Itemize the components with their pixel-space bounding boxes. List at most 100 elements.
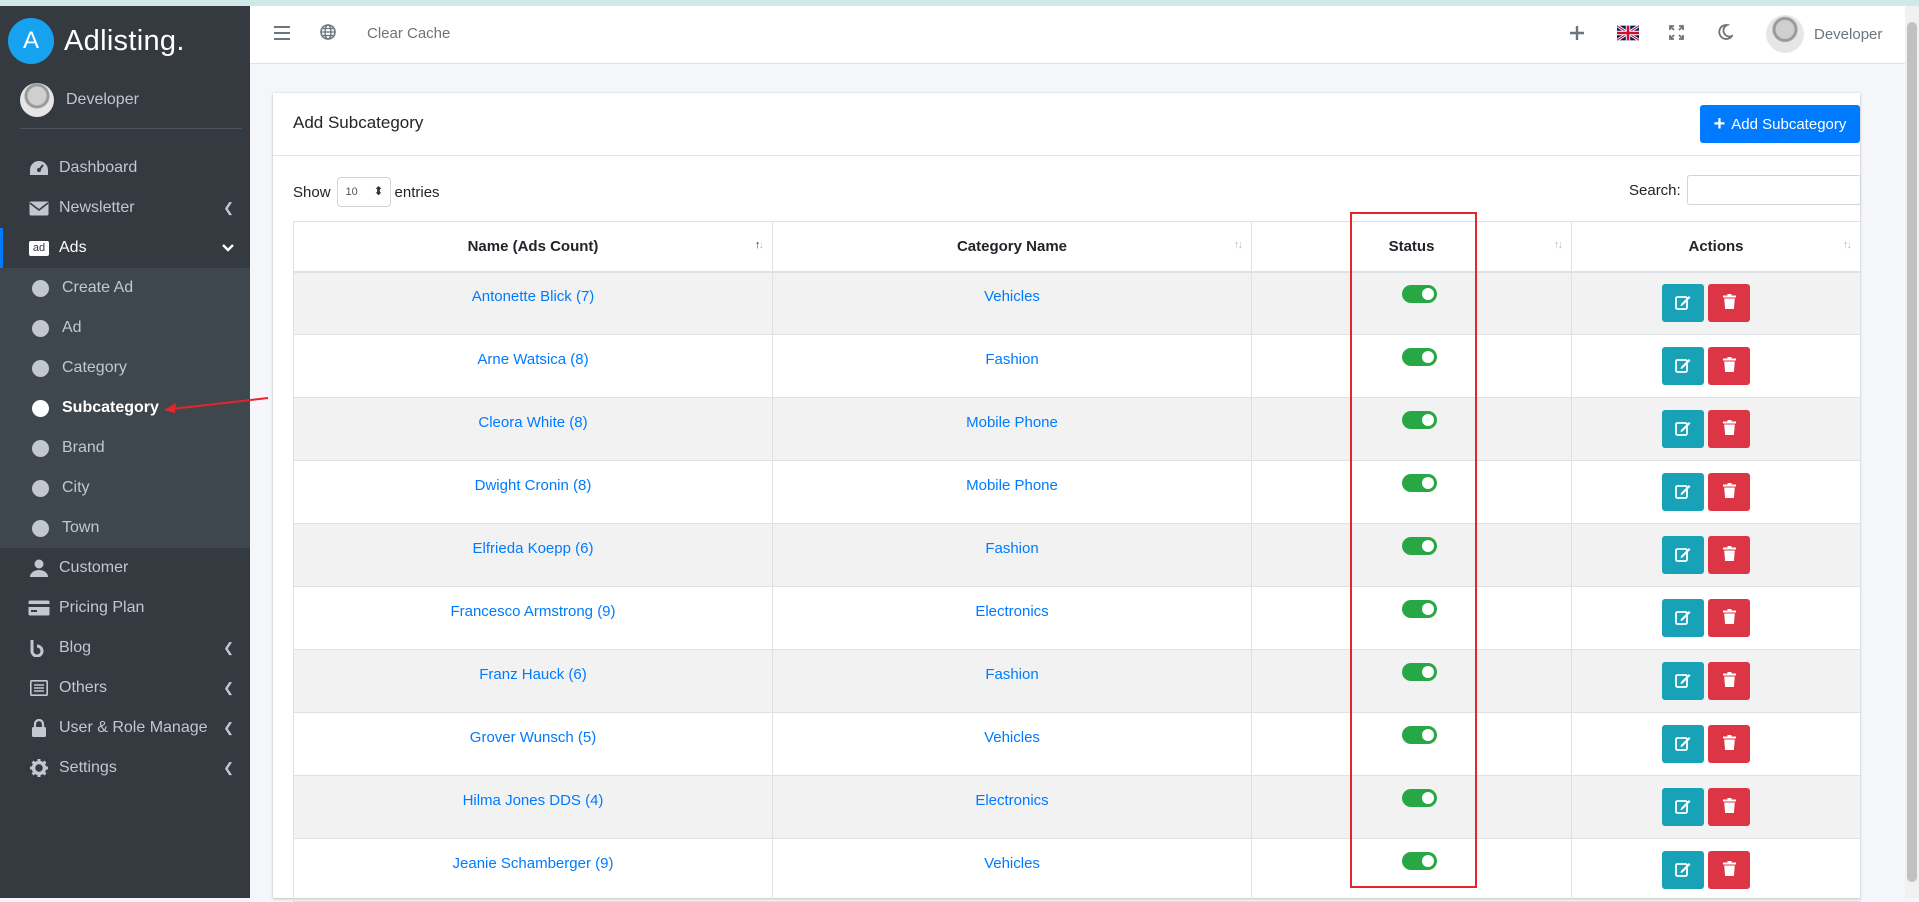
clear-cache-link[interactable]: Clear Cache [367, 25, 450, 42]
edit-button[interactable] [1662, 599, 1704, 637]
sidebar-item-brand[interactable]: Brand [0, 428, 250, 468]
uk-flag-icon[interactable] [1617, 25, 1639, 41]
subcategory-name-link[interactable]: Jeanie Schamberger (9) [453, 855, 614, 872]
page-size-select[interactable]: 10 [336, 177, 391, 207]
category-name-link[interactable]: Fashion [985, 666, 1038, 683]
delete-button[interactable] [1708, 284, 1750, 323]
sidebar-item-ads[interactable]: ad Ads [0, 228, 250, 268]
subcategory-name-link[interactable]: Hilma Jones DDS (4) [463, 792, 604, 809]
sidebar-item-pricing-plan[interactable]: Pricing Plan [0, 588, 250, 628]
status-toggle[interactable] [1402, 285, 1437, 304]
cell-actions [1571, 649, 1861, 713]
sidebar-item-town[interactable]: Town [0, 508, 250, 548]
row-actions [1662, 410, 1750, 448]
status-toggle[interactable] [1402, 474, 1437, 492]
sidebar-item-create-ad[interactable]: Create Ad [0, 268, 250, 308]
sidebar-item-label: City [62, 479, 90, 496]
delete-button[interactable] [1708, 410, 1750, 448]
brand[interactable]: A Adlisting. [8, 16, 185, 66]
delete-button[interactable] [1708, 725, 1750, 763]
status-toggle[interactable] [1402, 726, 1437, 744]
category-name-link[interactable]: Electronics [975, 792, 1048, 809]
dark-mode-moon-icon[interactable] [1718, 24, 1735, 45]
sidebar-nav: Dashboard Newsletter ❮ ad Ads Create Ad … [0, 148, 250, 788]
menu-icon[interactable] [274, 24, 290, 45]
fullscreen-icon[interactable] [1669, 24, 1684, 45]
status-toggle[interactable] [1402, 600, 1437, 618]
category-name-link[interactable]: Fashion [985, 351, 1038, 368]
edit-button[interactable] [1662, 725, 1704, 763]
edit-button[interactable] [1662, 347, 1704, 385]
subcategory-name-link[interactable]: Cleora White (8) [478, 414, 587, 431]
edit-button[interactable] [1662, 536, 1704, 574]
sidebar-item-dashboard[interactable]: Dashboard [0, 148, 250, 188]
sidebar-item-user-role-manage[interactable]: User & Role Manage ❮ [0, 708, 250, 748]
status-toggle[interactable] [1402, 789, 1437, 807]
delete-button[interactable] [1708, 851, 1750, 889]
topbar-user-menu[interactable]: Developer [1766, 15, 1882, 53]
column-header-name[interactable]: Name (Ads Count) ↑↓ [293, 221, 773, 273]
row-actions [1662, 662, 1750, 700]
sidebar-item-city[interactable]: City [0, 468, 250, 508]
delete-button[interactable] [1708, 788, 1750, 826]
edit-button[interactable] [1662, 473, 1704, 511]
status-toggle[interactable] [1402, 537, 1437, 555]
add-subcategory-button[interactable]: + Add Subcategory [1700, 105, 1860, 143]
sidebar-item-newsletter[interactable]: Newsletter ❮ [0, 188, 250, 228]
sidebar: A Adlisting. Developer Dashboard Newslet… [0, 6, 250, 898]
globe-icon[interactable] [320, 24, 336, 45]
search-input[interactable] [1686, 175, 1861, 205]
delete-button[interactable] [1708, 347, 1750, 385]
sidebar-item-ad[interactable]: Ad [0, 308, 250, 348]
sort-asc-icon: ↑↓ [755, 239, 764, 251]
sidebar-item-label: Subcategory [62, 399, 159, 416]
gear-icon [28, 757, 50, 779]
edit-button[interactable] [1662, 851, 1704, 889]
category-name-link[interactable]: Mobile Phone [966, 414, 1058, 431]
column-header-status[interactable]: Status ↑↓ [1251, 221, 1572, 273]
trash-icon [1722, 798, 1736, 816]
sidebar-user-panel[interactable]: Developer [20, 79, 242, 129]
delete-button[interactable] [1708, 662, 1750, 700]
category-name-link[interactable]: Fashion [985, 540, 1038, 557]
edit-button[interactable] [1662, 284, 1704, 323]
subcategory-name-link[interactable]: Dwight Cronin (8) [475, 477, 592, 494]
delete-button[interactable] [1708, 473, 1750, 511]
subcategory-name-link[interactable]: Antonette Blick (7) [472, 288, 595, 305]
sidebar-item-blog[interactable]: Blog ❮ [0, 628, 250, 668]
sidebar-item-customer[interactable]: Customer [0, 548, 250, 588]
cell-actions [1571, 334, 1861, 398]
status-toggle[interactable] [1402, 348, 1437, 366]
cell-category: Fashion [772, 334, 1252, 398]
subcategory-name-link[interactable]: Franz Hauck (6) [479, 666, 587, 683]
cell-actions [1571, 712, 1861, 776]
sidebar-item-others[interactable]: Others ❮ [0, 668, 250, 708]
edit-button[interactable] [1662, 662, 1704, 700]
edit-icon [1675, 735, 1691, 754]
cell-name: Francesco Armstrong (9) [293, 586, 773, 650]
page-scrollbar-thumb[interactable] [1907, 22, 1917, 882]
edit-button[interactable] [1662, 410, 1704, 448]
subcategory-name-link[interactable]: Arne Watsica (8) [477, 351, 588, 368]
subcategory-name-link[interactable]: Grover Wunsch (5) [470, 729, 596, 746]
edit-button[interactable] [1662, 788, 1704, 826]
circle-icon [32, 519, 49, 537]
category-name-link[interactable]: Mobile Phone [966, 477, 1058, 494]
category-name-link[interactable]: Electronics [975, 603, 1048, 620]
delete-button[interactable] [1708, 536, 1750, 574]
status-toggle[interactable] [1402, 663, 1437, 681]
row-actions [1662, 599, 1750, 637]
category-name-link[interactable]: Vehicles [984, 288, 1040, 305]
status-toggle[interactable] [1402, 852, 1437, 870]
subcategory-name-link[interactable]: Elfrieda Koepp (6) [473, 540, 594, 557]
delete-button[interactable] [1708, 599, 1750, 637]
category-name-link[interactable]: Vehicles [984, 729, 1040, 746]
plus-icon[interactable] [1570, 24, 1584, 45]
sidebar-item-settings[interactable]: Settings ❮ [0, 748, 250, 788]
sidebar-item-category[interactable]: Category [0, 348, 250, 388]
category-name-link[interactable]: Vehicles [984, 855, 1040, 872]
column-header-category[interactable]: Category Name ↑↓ [772, 221, 1252, 273]
column-header-actions[interactable]: Actions ↑↓ [1571, 221, 1861, 273]
subcategory-name-link[interactable]: Francesco Armstrong (9) [450, 603, 615, 620]
status-toggle[interactable] [1402, 411, 1437, 429]
